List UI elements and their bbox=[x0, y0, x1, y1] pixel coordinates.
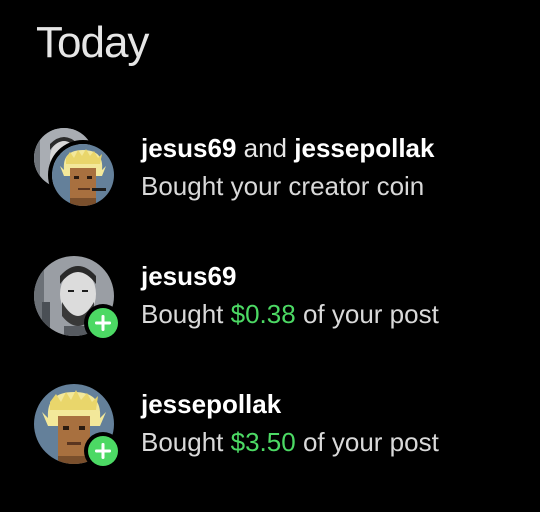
notification-item[interactable]: jessepollak Bought $3.50 of your post bbox=[0, 380, 540, 470]
avatar-group[interactable] bbox=[34, 380, 124, 470]
notifications-screen: Today jesus69 and jessepollak Bought you… bbox=[0, 0, 540, 512]
avatar-group[interactable] bbox=[34, 252, 124, 342]
notification-item[interactable]: jesus69 and jessepollak Bought your crea… bbox=[0, 124, 540, 214]
notification-detail: Bought $3.50 of your post bbox=[141, 424, 521, 460]
action-suffix: of your post bbox=[302, 299, 439, 329]
notification-title: jesus69 and jessepollak bbox=[141, 130, 521, 166]
amount-text: $3.50 bbox=[230, 427, 296, 457]
action-prefix: Bought bbox=[141, 427, 224, 457]
notification-text: jesus69 and jessepollak Bought your crea… bbox=[141, 130, 521, 204]
pixel-punk-avatar bbox=[52, 144, 114, 206]
username-link[interactable]: jessepollak bbox=[141, 389, 281, 419]
section-title: Today bbox=[36, 18, 149, 67]
notification-title: jessepollak bbox=[141, 386, 521, 422]
action-prefix: Bought bbox=[141, 299, 224, 329]
plus-icon bbox=[88, 308, 118, 338]
username-link[interactable]: jesus69 bbox=[141, 133, 236, 163]
notification-detail: Bought $0.38 of your post bbox=[141, 296, 521, 332]
username-link[interactable]: jesus69 bbox=[141, 261, 236, 291]
avatar-stack[interactable] bbox=[34, 124, 124, 214]
conjunction-text: and bbox=[243, 133, 288, 163]
notification-detail: Bought your creator coin bbox=[141, 168, 521, 204]
notification-title: jesus69 bbox=[141, 258, 521, 294]
action-suffix: of your post bbox=[302, 427, 439, 457]
username-link[interactable]: jessepollak bbox=[294, 133, 434, 163]
notification-text: jessepollak Bought $3.50 of your post bbox=[141, 386, 521, 460]
action-text: Bought your creator coin bbox=[141, 171, 425, 201]
notification-item[interactable]: jesus69 Bought $0.38 of your post bbox=[0, 252, 540, 342]
amount-text: $0.38 bbox=[230, 299, 296, 329]
notification-text: jesus69 Bought $0.38 of your post bbox=[141, 258, 521, 332]
plus-icon bbox=[88, 436, 118, 466]
